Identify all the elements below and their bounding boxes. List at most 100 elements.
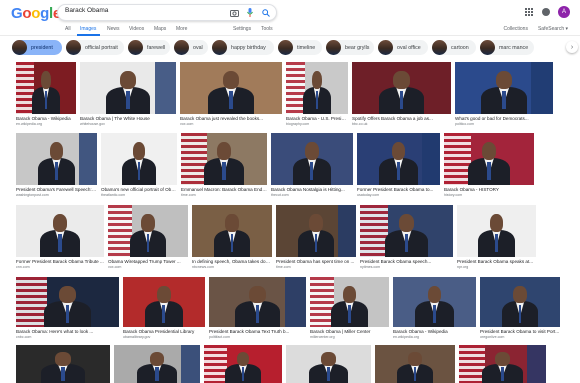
image-thumbnail[interactable] xyxy=(480,277,560,327)
image-result[interactable]: President Obama's Farewell Speech: W... w… xyxy=(16,133,97,197)
collections-link[interactable]: Collections xyxy=(504,26,528,32)
image-result[interactable] xyxy=(16,345,110,383)
image-caption[interactable]: In defining speech, Obama takes down ... xyxy=(192,259,272,264)
image-thumbnail[interactable] xyxy=(310,277,389,327)
tab-images[interactable]: Images xyxy=(80,26,96,32)
image-caption[interactable]: President Barack Obama to visit Port... xyxy=(480,329,560,334)
image-thumbnail[interactable] xyxy=(16,345,110,383)
google-logo[interactable]: Google xyxy=(11,5,61,22)
image-thumbnail[interactable] xyxy=(375,345,455,383)
image-result[interactable]: Barack Obama - HISTORY history.com xyxy=(444,133,534,197)
chip-timeline[interactable]: timeline xyxy=(278,40,322,55)
image-caption[interactable]: Barack Obama - Wikipedia xyxy=(393,329,476,334)
image-caption[interactable]: Barack Obama - Wikipedia xyxy=(16,116,76,121)
image-caption[interactable]: Barack Obama Presidential Library xyxy=(123,329,205,334)
search-input[interactable]: Barack Obama xyxy=(65,7,108,14)
image-thumbnail[interactable] xyxy=(108,205,188,257)
image-result[interactable]: Obama's new official portrait of Obama .… xyxy=(101,133,177,197)
tab-all[interactable]: All xyxy=(65,26,71,32)
image-thumbnail[interactable] xyxy=(180,62,282,114)
image-result[interactable]: Barack Obama - Wikipedia en.wikipedia.org xyxy=(16,62,76,126)
image-caption[interactable]: Spotify Offers Barack Obama a job as... xyxy=(352,116,451,121)
chip-cartoon[interactable]: cartoon xyxy=(432,40,476,55)
image-caption[interactable]: Barack Obama Nostalgia is Hitting... xyxy=(271,187,353,192)
image-result[interactable] xyxy=(459,345,546,383)
image-caption[interactable]: President Obama's Farewell Speech: W... xyxy=(16,187,97,192)
image-thumbnail[interactable] xyxy=(181,133,267,185)
image-caption[interactable]: Obama Wiretapped Trump Tower ... xyxy=(108,259,188,264)
chip-president[interactable]: president xyxy=(12,40,62,55)
image-result[interactable]: President Obama has spent time on ... tim… xyxy=(276,205,356,269)
image-caption[interactable]: Emmanuel Macron: Barack Obama Endor... xyxy=(181,187,267,192)
image-caption[interactable]: Barack Obama just revealed the books... xyxy=(180,116,282,121)
image-result[interactable]: Obama Wiretapped Trump Tower ... vox.com xyxy=(108,205,188,269)
image-thumbnail[interactable] xyxy=(16,277,119,327)
image-thumbnail[interactable] xyxy=(80,62,176,114)
chip-bear-grylls[interactable]: bear grylls xyxy=(326,40,374,55)
image-thumbnail[interactable] xyxy=(16,133,97,185)
image-caption[interactable]: Barack Obama: Here's what to look ... xyxy=(16,329,119,334)
chip-farewell[interactable]: farewell xyxy=(128,40,170,55)
image-caption[interactable]: Obama's new official portrait of Obama .… xyxy=(101,187,177,192)
image-caption[interactable]: Barack Obama | Miller Center xyxy=(310,329,389,334)
chip-happy-birthday[interactable]: happy birthday xyxy=(212,40,274,55)
image-thumbnail[interactable] xyxy=(209,277,306,327)
image-result[interactable]: Barack Obama Presidential Library obamali… xyxy=(123,277,205,339)
image-caption[interactable]: President Obama has spent time on ... xyxy=(276,259,356,264)
tab-settings[interactable]: Settings xyxy=(233,26,251,32)
tab-maps[interactable]: Maps xyxy=(154,26,166,32)
image-result[interactable]: Barack Obama | Miller Center millercenter… xyxy=(310,277,389,339)
image-result[interactable] xyxy=(375,345,455,383)
image-result[interactable]: Barack Obama - U.S. Presiden... biography… xyxy=(286,62,348,126)
image-thumbnail[interactable] xyxy=(286,345,371,383)
image-thumbnail[interactable] xyxy=(360,205,453,257)
chip-oval[interactable]: oval xyxy=(174,40,208,55)
image-result[interactable]: Barack Obama - Wikipedia en.wikipedia.org xyxy=(393,277,476,339)
image-thumbnail[interactable] xyxy=(459,345,546,383)
image-caption[interactable]: Former President Barack Obama to... xyxy=(357,187,440,192)
image-thumbnail[interactable] xyxy=(444,133,534,185)
search-box[interactable]: Barack Obama xyxy=(57,4,277,21)
image-result[interactable]: Barack Obama just revealed the books... v… xyxy=(180,62,282,126)
image-thumbnail[interactable] xyxy=(352,62,451,114)
image-thumbnail[interactable] xyxy=(276,205,356,257)
image-caption[interactable]: What's good or bad for Democrats... xyxy=(455,116,553,121)
image-result[interactable]: In defining speech, Obama takes down ...… xyxy=(192,205,272,269)
camera-icon[interactable] xyxy=(229,7,239,18)
apps-grid-icon[interactable] xyxy=(525,7,534,17)
image-result[interactable] xyxy=(204,345,282,383)
image-thumbnail[interactable] xyxy=(16,205,104,257)
tab-tools[interactable]: Tools xyxy=(261,26,273,32)
image-result[interactable]: Barack Obama | The White House whitehouse… xyxy=(80,62,176,126)
image-thumbnail[interactable] xyxy=(271,133,353,185)
tab-videos[interactable]: Videos xyxy=(129,26,144,32)
image-result[interactable]: What's good or bad for Democrats... polit… xyxy=(455,62,553,126)
image-caption[interactable]: Former President Barack Obama Tribute ..… xyxy=(16,259,104,264)
search-icon[interactable] xyxy=(261,7,271,18)
image-caption[interactable]: Barack Obama - U.S. Presiden... xyxy=(286,116,348,121)
image-result[interactable]: Former President Barack Obama Tribute ..… xyxy=(16,205,104,269)
image-thumbnail[interactable] xyxy=(455,62,553,114)
image-caption[interactable]: Barack Obama | The White House xyxy=(80,116,176,121)
image-result[interactable]: Spotify Offers Barack Obama a job as... b… xyxy=(352,62,451,126)
image-thumbnail[interactable] xyxy=(16,62,76,114)
chip-official-portrait[interactable]: official portrait xyxy=(66,40,124,55)
image-thumbnail[interactable] xyxy=(457,205,536,257)
image-result[interactable] xyxy=(286,345,371,383)
safesearch-toggle[interactable]: SafeSearch ▾ xyxy=(538,26,568,32)
image-thumbnail[interactable] xyxy=(393,277,476,327)
image-result[interactable]: Former President Barack Obama to... usato… xyxy=(357,133,440,197)
image-caption[interactable]: Barack Obama - HISTORY xyxy=(444,187,534,192)
image-result[interactable]: President Barack Obama Text Truth b... po… xyxy=(209,277,306,339)
microphone-icon[interactable] xyxy=(245,7,255,18)
tab-news[interactable]: News xyxy=(107,26,120,32)
tab-more[interactable]: More xyxy=(176,26,187,32)
image-caption[interactable]: President Barack Obama Text Truth b... xyxy=(209,329,306,334)
image-result[interactable]: President Barack Obama speech... nytimes.… xyxy=(360,205,453,269)
account-avatar[interactable]: A xyxy=(558,6,570,18)
image-thumbnail[interactable] xyxy=(357,133,440,185)
chip-marc-mance[interactable]: marc mance xyxy=(480,40,534,55)
image-result[interactable]: Barack Obama Nostalgia is Hitting... thec… xyxy=(271,133,353,197)
image-result[interactable]: Emmanuel Macron: Barack Obama Endor... ti… xyxy=(181,133,267,197)
image-thumbnail[interactable] xyxy=(123,277,205,327)
